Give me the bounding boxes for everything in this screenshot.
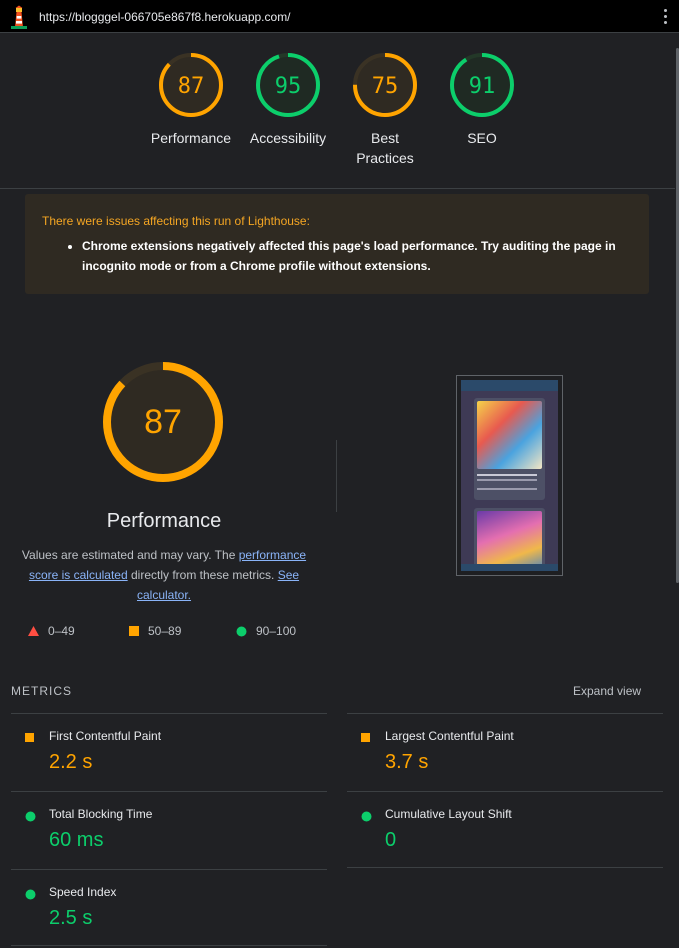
svg-text:75: 75 [372,74,399,99]
metric-name: Cumulative Layout Shift [385,807,512,821]
screenshot-image [461,380,558,571]
performance-score-gauge: 87 [103,362,223,482]
lighthouse-warning-box: There were issues affecting this run of … [25,194,649,294]
metric-divider [11,945,327,946]
legend-fail: 0–49 [28,624,75,638]
gauge-accessibility[interactable]: 95 Accessibility [243,52,333,148]
browser-top-bar: https://blogggel-066705e867f8.herokuapp.… [0,0,679,33]
page-url[interactable]: https://blogggel-066705e867f8.herokuapp.… [39,10,291,24]
metric-value: 60 ms [49,829,104,851]
vertical-separator [336,440,337,512]
metrics-header: METRICS [11,684,72,698]
warning-list: Chrome extensions negatively affected th… [42,236,632,276]
more-options-icon[interactable] [661,9,669,27]
warning-title: There were issues affecting this run of … [42,214,310,228]
svg-text:95: 95 [275,74,302,99]
gauge-performance[interactable]: 87 Performance [146,52,236,148]
legend-average-range: 50–89 [148,624,182,638]
metric-value: 2.5 s [49,907,93,929]
metric-divider [347,867,663,868]
metric-name: Speed Index [49,885,117,899]
legend-pass: 90–100 [236,624,296,638]
expand-view-button[interactable]: Expand view [573,684,641,698]
gauge-seo[interactable]: 91 SEO [437,52,527,148]
circle-icon [361,811,372,822]
note-text-1: Values are estimated and may vary. The [21,548,239,562]
metric-fcp: First Contentful Paint 2.2 s [11,713,327,792]
metric-name: First Contentful Paint [49,729,162,743]
metric-value: 3.7 s [385,751,429,773]
metric-cls: Cumulative Layout Shift 0 [347,791,663,870]
lighthouse-logo-icon [11,5,27,29]
svg-text:91: 91 [469,74,496,99]
warning-item: Chrome extensions negatively affected th… [82,236,632,276]
metric-name: Largest Contentful Paint [385,729,514,743]
gauge-label-seo: SEO [467,130,497,146]
metric-name: Total Blocking Time [49,807,153,821]
performance-note: Values are estimated and may vary. The p… [14,545,314,605]
note-text-2: directly from these metrics. [127,568,278,582]
performance-title: Performance [106,510,222,532]
triangle-icon [28,626,39,636]
legend-pass-range: 90–100 [256,624,297,638]
best-practices-gauge-ring: 75 [353,53,417,117]
metric-si: Speed Index 2.5 s [11,869,327,948]
square-icon [361,733,370,742]
circle-icon [25,889,36,900]
svg-text:87: 87 [178,74,205,99]
metric-tbt: Total Blocking Time 60 ms [11,791,327,870]
svg-text:87: 87 [144,403,182,441]
metric-lcp: Largest Contentful Paint 3.7 s [347,713,663,792]
circle-icon [236,626,247,636]
gauge-best-practices[interactable]: 75 Best Practices [340,52,430,168]
accessibility-gauge-ring: 95 [256,53,320,117]
section-divider [0,188,675,189]
gauge-label-best-practices: Best Practices [356,130,414,166]
square-icon [25,733,34,742]
square-icon [129,626,139,636]
page-screenshot-thumbnail[interactable] [456,375,563,576]
performance-gauge-ring: 87 [159,53,223,117]
legend-average: 50–89 [129,624,181,638]
legend-fail-range: 0–49 [48,624,75,638]
gauge-label-performance: Performance [150,130,232,146]
gauge-label-accessibility: Accessibility [249,130,327,146]
metric-value: 0 [385,829,397,851]
category-gauges: 87 Performance 95 Accessibility 75 Best … [0,52,679,172]
seo-gauge-ring: 91 [450,53,514,117]
circle-icon [25,811,36,822]
metric-value: 2.2 s [49,751,93,773]
